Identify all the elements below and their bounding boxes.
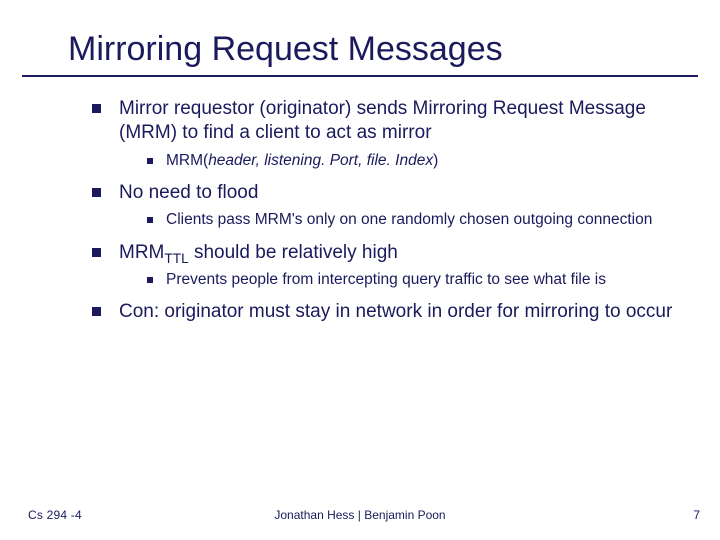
square-bullet-icon: [92, 188, 101, 197]
sub-bullet-list: Prevents people from intercepting query …: [147, 270, 680, 290]
list-item: Con: originator must stay in network in …: [92, 300, 680, 324]
footer-page-number: 7: [693, 508, 700, 522]
bullet-text: MRMTTL should be relatively high: [119, 241, 398, 265]
square-bullet-icon: [92, 104, 101, 113]
sub-bullet-text: Prevents people from intercepting query …: [166, 270, 606, 290]
square-bullet-icon: [92, 248, 101, 257]
slide-title: Mirroring Request Messages: [68, 30, 698, 69]
footer-left: Cs 294 -4: [28, 508, 82, 522]
slide-content: Mirror requestor (originator) sends Mirr…: [92, 97, 680, 324]
list-item: Mirror requestor (originator) sends Mirr…: [92, 97, 680, 171]
title-rule: [22, 75, 698, 77]
sub-bullet-text: MRM(header, listening. Port, file. Index…: [166, 151, 438, 171]
bullet-text: Mirror requestor (originator) sends Mirr…: [119, 97, 680, 145]
bullet-list: Mirror requestor (originator) sends Mirr…: [92, 97, 680, 324]
sub-bullet-list: MRM(header, listening. Port, file. Index…: [147, 151, 680, 171]
square-bullet-icon: [147, 277, 153, 283]
square-bullet-icon: [92, 307, 101, 316]
list-item: No need to flood Clients pass MRM's only …: [92, 181, 680, 231]
sub-bullet-text: Clients pass MRM's only on one randomly …: [166, 210, 652, 230]
slide: Mirroring Request Messages Mirror reques…: [0, 0, 720, 540]
square-bullet-icon: [147, 217, 153, 223]
sub-bullet-list: Clients pass MRM's only on one randomly …: [147, 210, 680, 230]
slide-footer: Cs 294 -4 Jonathan Hess | Benjamin Poon …: [0, 508, 720, 522]
square-bullet-icon: [147, 158, 153, 164]
bullet-text: No need to flood: [119, 181, 258, 205]
sub-list-item: Prevents people from intercepting query …: [147, 270, 680, 290]
sub-list-item: Clients pass MRM's only on one randomly …: [147, 210, 680, 230]
footer-center: Jonathan Hess | Benjamin Poon: [0, 508, 720, 522]
bullet-text: Con: originator must stay in network in …: [119, 300, 672, 324]
sub-list-item: MRM(header, listening. Port, file. Index…: [147, 151, 680, 171]
list-item: MRMTTL should be relatively high Prevents…: [92, 241, 680, 291]
